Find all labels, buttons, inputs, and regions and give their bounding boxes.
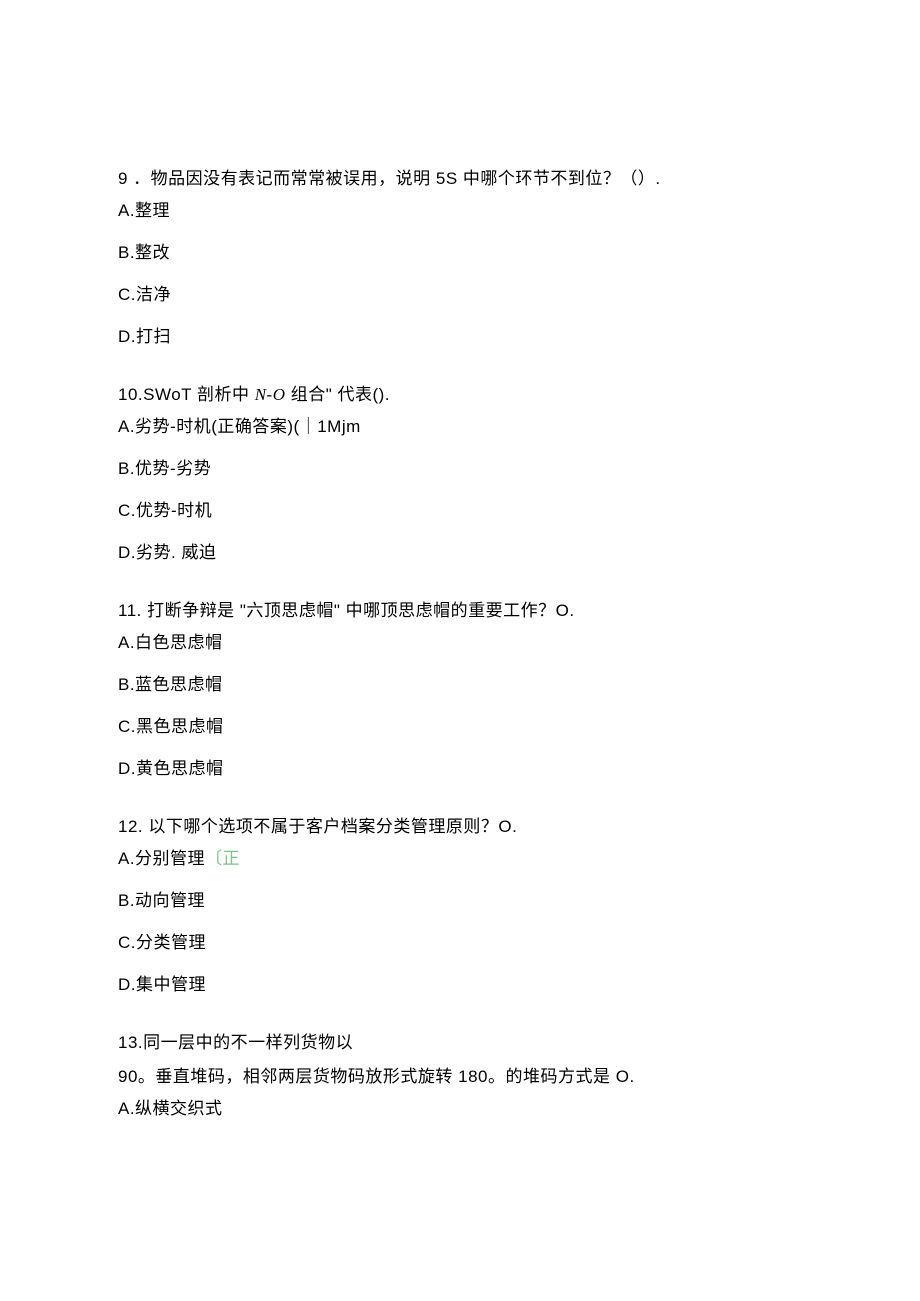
option-a: A.劣势-时机(正确答案)(｜1Mjm xyxy=(118,415,800,439)
option-b: B.整改 xyxy=(118,241,800,265)
question-11: 11. 打断争辩是 "六顶思虑帽" 中哪顶思虑帽的重要工作？O. A.白色思虑帽… xyxy=(118,597,800,781)
stem-italic: N-O xyxy=(255,385,286,404)
option-a: A.白色思虑帽 xyxy=(118,631,800,655)
option-c: C.分类管理 xyxy=(118,931,800,955)
option-d: D.劣势. 威迫 xyxy=(118,541,800,565)
option-b: B.动向管理 xyxy=(118,889,800,913)
document-page: 9 ．物品因没有表记而常常被误用，说明 5S 中哪个环节不到位？（）. A.整理… xyxy=(0,0,920,1253)
option-d: D.集中管理 xyxy=(118,973,800,997)
option-a-highlight: 〔正 xyxy=(205,849,240,868)
option-d: D.打扫 xyxy=(118,325,800,349)
question-9: 9 ．物品因没有表记而常常被误用，说明 5S 中哪个环节不到位？（）. A.整理… xyxy=(118,165,800,349)
option-c: C.优势-时机 xyxy=(118,499,800,523)
question-stem: 9 ．物品因没有表记而常常被误用，说明 5S 中哪个环节不到位？（）. xyxy=(118,165,800,193)
option-a-prefix: A.分别管理 xyxy=(118,849,205,868)
question-10: 10.SWoT 剖析中 N-O 组合" 代表(). A.劣势-时机(正确答案)(… xyxy=(118,381,800,565)
option-d: D.黄色思虑帽 xyxy=(118,757,800,781)
question-stem: 13.同一层中的不一样列货物以 xyxy=(118,1029,800,1057)
option-b: B.优势-劣势 xyxy=(118,457,800,481)
option-c: C.洁净 xyxy=(118,283,800,307)
stem-suffix: 组合" 代表(). xyxy=(285,385,390,404)
option-a: A.分别管理〔正 xyxy=(118,847,800,871)
question-stem: 12. 以下哪个选项不属于客户档案分类管理原则？O. xyxy=(118,813,800,841)
question-stem: 11. 打断争辩是 "六顶思虑帽" 中哪顶思虑帽的重要工作？O. xyxy=(118,597,800,625)
option-a: A.纵横交织式 xyxy=(118,1097,800,1121)
question-13: 13.同一层中的不一样列货物以 90。垂直堆码，相邻两层货物码放形式旋转 180… xyxy=(118,1029,800,1121)
option-c: C.黑色思虑帽 xyxy=(118,715,800,739)
question-stem: 10.SWoT 剖析中 N-O 组合" 代表(). xyxy=(118,381,800,409)
question-12: 12. 以下哪个选项不属于客户档案分类管理原则？O. A.分别管理〔正 B.动向… xyxy=(118,813,800,997)
question-stem-line2: 90。垂直堆码，相邻两层货物码放形式旋转 180。的堆码方式是 O. xyxy=(118,1063,800,1091)
option-b: B.蓝色思虑帽 xyxy=(118,673,800,697)
stem-prefix: 10.SWoT 剖析中 xyxy=(118,385,255,404)
option-a: A.整理 xyxy=(118,199,800,223)
